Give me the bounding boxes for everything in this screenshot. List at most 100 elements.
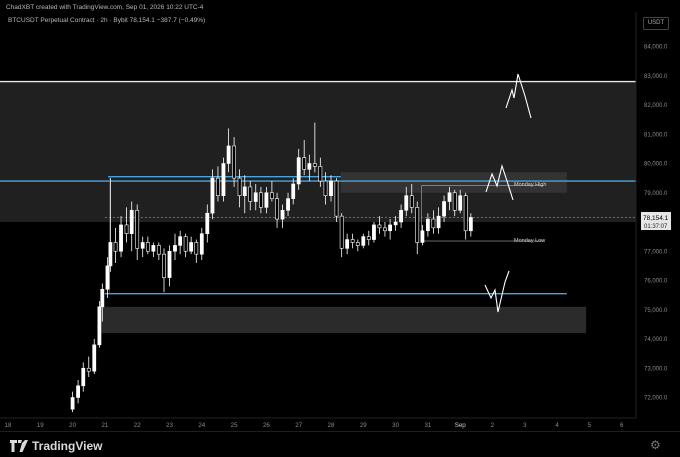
- candle: [135, 204, 140, 261]
- candle-body: [458, 195, 463, 211]
- time-tick-label: 24: [198, 422, 205, 429]
- price-tick-label: 80,000.0: [644, 162, 668, 168]
- candle-body: [232, 145, 237, 179]
- candle: [113, 227, 118, 263]
- price-tick-label: 83,000.0: [644, 74, 668, 80]
- candle-body: [345, 239, 350, 249]
- candle-body: [216, 177, 220, 196]
- candle: [189, 236, 194, 255]
- candle-body: [286, 198, 290, 211]
- candle: [140, 236, 145, 258]
- candle: [156, 242, 161, 261]
- candle-body: [221, 163, 226, 196]
- time-tick-label: 27: [295, 422, 302, 429]
- zones-layer: [0, 81, 637, 334]
- candle: [372, 222, 376, 243]
- candle-body: [339, 215, 344, 249]
- candle: [388, 219, 393, 240]
- upper-range-zone: [0, 81, 637, 222]
- price-tick-label: 81,000.0: [644, 132, 668, 138]
- candle: [81, 362, 86, 392]
- time-tick-label: 28: [328, 422, 335, 429]
- candle-body: [350, 239, 355, 243]
- time-tick-label: 4: [555, 422, 559, 429]
- candle-body: [425, 218, 430, 232]
- candle-body: [199, 233, 204, 255]
- candle: [383, 222, 387, 237]
- monday-high-label: Monday High: [514, 182, 546, 188]
- time-axis[interactable]: 18 19 20 21 22 23 24 25 26 27 28 29 30 31 Sep 2 3 4 5 6: [0, 417, 636, 429]
- current-price-badge: 78,154.1 01:37:07: [641, 212, 671, 230]
- candle: [173, 233, 177, 261]
- candle: [339, 213, 344, 258]
- candle: [366, 230, 371, 246]
- time-tick-label: 22: [134, 422, 141, 429]
- time-tick-label: 19: [37, 422, 44, 429]
- candle: [415, 201, 420, 255]
- candle-body: [307, 163, 312, 170]
- candle-body: [383, 227, 387, 232]
- candle: [145, 236, 150, 255]
- time-tick-label: 6: [620, 422, 624, 429]
- bar-countdown: 01:37:07: [644, 224, 668, 230]
- price-chart[interactable]: 72,000.0 73,000.0 74,000.0 75,000.0 76,000.0…: [0, 0, 680, 432]
- candle: [334, 178, 339, 222]
- candle-body: [100, 288, 105, 308]
- candle: [178, 230, 183, 255]
- candle-body: [162, 253, 166, 278]
- candle: [463, 192, 468, 240]
- time-tick-label: 30: [392, 422, 399, 429]
- candle-body: [264, 192, 269, 208]
- candle-body: [173, 245, 177, 252]
- candle-body: [76, 385, 80, 398]
- candle: [194, 239, 199, 263]
- price-tick-label: 74,000.0: [644, 337, 668, 343]
- candle-body: [409, 195, 414, 208]
- settings-gear-icon[interactable]: ⚙: [650, 438, 661, 452]
- candle-body: [329, 180, 333, 196]
- price-tick-label: 79,000.0: [644, 191, 668, 197]
- candle-body: [442, 201, 446, 217]
- candle-body: [280, 210, 285, 220]
- candle-body: [183, 236, 188, 252]
- candle: [221, 157, 226, 202]
- candle: [151, 242, 156, 258]
- candle-body: [302, 157, 307, 170]
- candle: [76, 379, 80, 404]
- time-tick-label: 31: [424, 422, 431, 429]
- candle-body: [377, 224, 382, 229]
- candle-body: [113, 242, 118, 252]
- candle-body: [463, 195, 468, 232]
- candle-body: [420, 230, 425, 243]
- candle-body: [70, 397, 75, 410]
- time-tick-label: 29: [360, 422, 367, 429]
- candle-body: [242, 186, 247, 196]
- price-tick-label: 76,000.0: [644, 279, 668, 285]
- candle-body: [210, 177, 215, 214]
- candle: [355, 239, 360, 252]
- candle-body: [226, 145, 231, 164]
- candle-body: [393, 221, 398, 226]
- candle-body: [275, 198, 279, 220]
- candle-body: [296, 157, 301, 185]
- candle-body: [361, 236, 366, 246]
- candle-body: [355, 242, 360, 246]
- candle-body: [189, 242, 194, 252]
- time-tick-label: 21: [101, 422, 108, 429]
- candle: [167, 245, 172, 287]
- current-price-value: 78,154.1: [643, 215, 669, 222]
- monday-low-label: Monday Low: [514, 238, 545, 244]
- candle-body: [81, 367, 86, 387]
- time-tick-label: 20: [69, 422, 76, 429]
- candle-body: [269, 192, 274, 199]
- tradingview-logo[interactable]: TradingView: [10, 439, 102, 453]
- candle: [97, 300, 102, 348]
- candle-body: [291, 183, 296, 199]
- candle-body: [105, 265, 110, 290]
- time-tick-label: 3: [523, 422, 527, 429]
- candle-body: [366, 236, 371, 240]
- candle-body: [167, 250, 172, 278]
- demand-zone: [101, 306, 587, 334]
- candle: [86, 356, 91, 378]
- candle: [345, 233, 350, 255]
